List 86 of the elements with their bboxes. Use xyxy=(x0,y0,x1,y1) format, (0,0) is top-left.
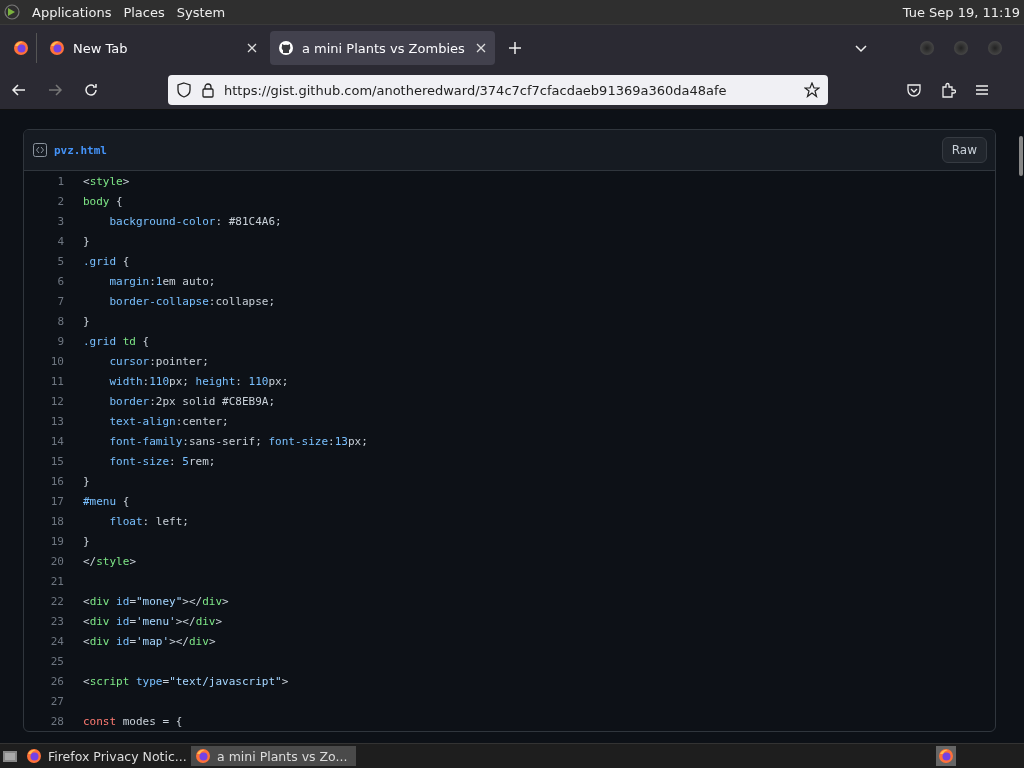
code-line: background-color: #81C4A6; xyxy=(109,214,282,228)
code-line: <div id='menu'></div> xyxy=(83,614,223,628)
line-number: 7 xyxy=(56,294,64,308)
line-number: 5 xyxy=(56,254,64,268)
close-icon[interactable] xyxy=(475,42,487,54)
line-number: 11 xyxy=(49,374,64,388)
code-line: #menu { xyxy=(83,494,130,508)
line-number: 9 xyxy=(56,334,64,348)
line-number: 13 xyxy=(49,414,64,428)
github-icon xyxy=(278,40,294,56)
line-number: 4 xyxy=(56,234,64,248)
code-file-icon xyxy=(32,142,48,158)
line-number: 17 xyxy=(49,494,64,508)
app-menu-icon[interactable] xyxy=(4,4,20,20)
tab-title: New Tab xyxy=(73,40,129,56)
code-line: body { xyxy=(83,194,123,208)
code-line: cursor:pointer; xyxy=(109,354,209,368)
clock: Tue Sep 19, 11:19 xyxy=(902,4,1020,20)
code-line: width:110px; height: 110px; xyxy=(109,374,289,388)
code-line: float: left; xyxy=(109,514,189,528)
line-number: 25 xyxy=(49,654,64,668)
line-number: 18 xyxy=(49,514,64,528)
line-number: 12 xyxy=(49,394,64,408)
code-line: <div id="money"></div> xyxy=(83,594,229,608)
taskbar-button[interactable]: Firefox Privacy Notic... xyxy=(22,746,187,766)
code-line: </style> xyxy=(83,554,136,568)
line-number: 14 xyxy=(49,434,64,448)
code-line: border:2px solid #C8EB9A; xyxy=(109,394,276,408)
lock-icon[interactable] xyxy=(200,82,216,98)
line-number: 8 xyxy=(56,314,64,328)
menu-icon[interactable] xyxy=(974,82,990,98)
scrollbar-thumb[interactable] xyxy=(1019,136,1023,176)
code-line: <div id='map'></div> xyxy=(83,634,216,648)
show-desktop-icon[interactable] xyxy=(2,748,18,764)
code-line: } xyxy=(83,474,90,488)
code-line: margin:1em auto; xyxy=(109,274,216,288)
line-number: 19 xyxy=(49,534,64,548)
code-line: .grid { xyxy=(83,254,130,268)
code-line: text-align:center; xyxy=(109,414,229,428)
raw-button[interactable]: Raw xyxy=(941,137,987,163)
line-number: 10 xyxy=(49,354,64,368)
file-name-link[interactable]: pvz.html xyxy=(54,143,107,157)
browser-tab[interactable]: New Tab xyxy=(41,31,266,65)
pocket-icon[interactable] xyxy=(906,82,922,98)
code-line: } xyxy=(83,234,90,248)
line-number: 3 xyxy=(56,214,64,228)
code-line: font-size: 5 rem; xyxy=(109,454,216,468)
shield-icon[interactable] xyxy=(176,82,192,98)
line-number: 15 xyxy=(49,454,64,468)
code-line: } xyxy=(83,314,90,328)
taskbar-button[interactable]: a mini Plants vs Zo... xyxy=(191,746,356,766)
tray-firefox-icon xyxy=(938,748,954,764)
firefox-icon xyxy=(13,40,29,56)
panel-menu[interactable]: System xyxy=(176,4,226,20)
new-tab-icon[interactable] xyxy=(507,40,523,56)
line-number: 22 xyxy=(49,594,64,608)
line-number: 20 xyxy=(49,554,64,568)
line-number: 16 xyxy=(49,474,64,488)
code-line: <style> xyxy=(83,174,130,188)
line-number: 24 xyxy=(49,634,64,648)
line-number: 26 xyxy=(49,674,64,688)
code-line: <script type="text/javascript"> xyxy=(83,674,289,688)
firefox-icon xyxy=(49,40,65,56)
close-icon[interactable] xyxy=(246,42,258,54)
line-number: 28 xyxy=(49,714,64,728)
line-number: 1 xyxy=(56,174,64,188)
tab-title: a mini Plants vs Zombies xyxy=(302,40,466,56)
code-line: .grid td { xyxy=(83,334,150,348)
line-number: 27 xyxy=(49,694,64,708)
line-number: 23 xyxy=(49,614,64,628)
firefox-icon xyxy=(26,748,42,764)
star-icon[interactable] xyxy=(804,82,820,98)
reload-icon[interactable] xyxy=(82,81,100,99)
extensions-icon[interactable] xyxy=(940,82,956,98)
line-number: 2 xyxy=(56,194,64,208)
panel-menu[interactable]: Places xyxy=(123,4,165,20)
address-field[interactable]: https://gist.github.com/anotheredward/374c7cf7cfacdaeb91369a360da48afe xyxy=(168,75,828,105)
code-line: } xyxy=(83,534,90,548)
line-number: 6 xyxy=(56,274,64,288)
code-line: font-family:sans-serif; font-size:13px; xyxy=(109,434,368,448)
line-number: 21 xyxy=(49,574,64,588)
code-line: border-collapse:collapse; xyxy=(109,294,276,308)
code-line: const modes = { xyxy=(83,714,183,728)
firefox-icon xyxy=(195,748,211,764)
panel-menu[interactable]: Applications xyxy=(32,4,112,20)
browser-tab[interactable]: a mini Plants vs Zombies xyxy=(270,31,495,65)
